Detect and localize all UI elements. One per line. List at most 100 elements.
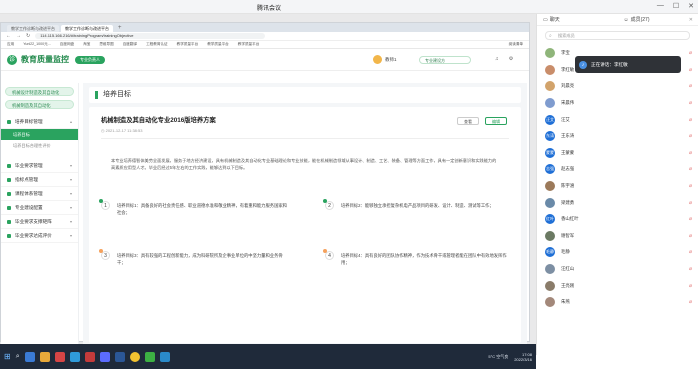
tab-chat[interactable]: ▭聊天	[537, 14, 618, 25]
bookmark[interactable]: 百度翻译	[123, 42, 137, 47]
mic-muted-icon[interactable]: ⌀	[689, 216, 692, 222]
new-tab-icon[interactable]: +	[118, 25, 122, 32]
bookmark[interactable]: 百度网盘	[60, 42, 74, 47]
member-row[interactable]: 毛静毛静⌀	[537, 244, 698, 261]
close-icon[interactable]: ✕	[689, 17, 693, 23]
mic-muted-icon[interactable]: ⌀	[689, 166, 692, 172]
browser-tab-active[interactable]: 教学工作诊断与改进平台	[61, 25, 113, 32]
app-icon[interactable]	[85, 352, 95, 362]
member-row[interactable]: 宋晨伟⌀	[537, 95, 698, 112]
member-name: 陈宇涵	[561, 183, 574, 189]
menu-training-goals[interactable]: 培养目标管理▴	[1, 115, 78, 129]
mic-muted-icon[interactable]: ⌀	[689, 150, 692, 156]
bookmark[interactable]: 应用	[7, 42, 14, 47]
edit-button[interactable]: 编辑	[485, 117, 507, 125]
search-icon[interactable]: ⌕	[16, 353, 20, 361]
mic-muted-icon[interactable]: ⌀	[689, 83, 692, 89]
view-button[interactable]: 查看	[457, 117, 479, 125]
address-input[interactable]: 114.115.166.216/#/trainingProgram/traini…	[35, 33, 265, 39]
menu-support-matrix[interactable]: 毕业要求支撑矩阵▾	[1, 215, 78, 229]
member-row[interactable]: 谢智军⌀	[537, 228, 698, 245]
tab-members[interactable]: ☺成员(27)✕	[618, 14, 698, 25]
bookmark[interactable]: 教学质量平台	[177, 42, 199, 47]
browser-window: 教学工作诊断与改进平台 教学工作诊断与改进平台 + ← → ↻ 114.115.…	[0, 22, 530, 342]
weather[interactable]: 5°C 空气良	[488, 354, 508, 360]
back-icon[interactable]: ←	[6, 33, 11, 39]
member-search-input[interactable]: 搜索成员	[545, 31, 690, 40]
submenu-goal-evaluation[interactable]: 培养目标合理性评价	[1, 140, 78, 151]
member-row[interactable]: 汪艾汪艾⌀	[537, 111, 698, 128]
member-name: 刘晨亮	[561, 83, 574, 89]
browser-tab[interactable]: 教学工作诊断与改进平台	[7, 25, 59, 32]
mic-muted-icon[interactable]: ⌀	[689, 249, 692, 255]
chrome-icon[interactable]	[130, 352, 140, 362]
minimize-icon[interactable]: —	[657, 2, 664, 10]
app-icon[interactable]	[55, 352, 65, 362]
reload-icon[interactable]: ↻	[26, 33, 30, 39]
reading-list[interactable]: 阅读清单	[509, 42, 523, 47]
major-pill[interactable]: 机械制造及其自动化	[5, 100, 74, 109]
mic-muted-icon[interactable]: ⌀	[689, 117, 692, 123]
avatar: 志强	[545, 164, 555, 174]
mic-muted-icon[interactable]: ⌀	[689, 133, 692, 139]
user-menu[interactable]: 教师1	[373, 55, 397, 64]
panel-tabs: ▭聊天 ☺成员(27)✕	[537, 14, 698, 26]
member-row[interactable]: 汪红山⌀	[537, 261, 698, 278]
goal-dot	[323, 249, 327, 253]
year-select[interactable]: 专业建设方	[419, 56, 471, 64]
forward-icon[interactable]: →	[16, 33, 21, 39]
windows-start-icon[interactable]: ⊞	[4, 352, 11, 361]
maximize-icon[interactable]: ☐	[673, 2, 679, 10]
menu-achievement-eval[interactable]: 毕业要求达成评价▾	[1, 229, 78, 243]
clock[interactable]: 17:08 2022/3/16	[514, 352, 532, 362]
bookmark[interactable]: 思维导图	[99, 42, 113, 47]
menu-graduation-requirements[interactable]: 毕业要求管理▾	[1, 159, 78, 173]
member-row[interactable]: 志强赵志强⌀	[537, 161, 698, 178]
mic-muted-icon[interactable]: ⌀	[689, 266, 692, 272]
mic-muted-icon[interactable]: ⌀	[689, 283, 692, 289]
bookmark[interactable]: 工程教育认证	[146, 42, 168, 47]
app-icon[interactable]	[100, 352, 110, 362]
settings-icon[interactable]: ⚙	[509, 56, 513, 62]
member-row[interactable]: 刘晨亮 ⌀	[537, 78, 698, 95]
member-row[interactable]: 红叶香山红叶⌀	[537, 211, 698, 228]
mic-muted-icon[interactable]: ⌀	[689, 200, 692, 206]
bookmark[interactable]: 教学质量平台	[207, 42, 229, 47]
speaker-icon: ♪	[579, 61, 587, 69]
major-pill[interactable]: 机械设计制造及其自动化	[5, 87, 74, 96]
member-row[interactable]: 朱燕⌀	[537, 294, 698, 311]
wechat-icon[interactable]	[145, 352, 155, 362]
app-logo: 诊	[7, 55, 17, 65]
member-row[interactable]: 东涛王东涛⌀	[537, 128, 698, 145]
app-icon[interactable]	[40, 352, 50, 362]
mic-muted-icon[interactable]: ⌀	[689, 67, 692, 73]
bookmark[interactable]: 淘宝	[83, 42, 90, 47]
mic-muted-icon[interactable]: ⌀	[689, 183, 692, 189]
mic-muted-icon[interactable]: ⌀	[689, 50, 692, 56]
program-card: 机械制造及其自动化专业2016版培养方案 ◷ 2021-12-17 11:38:…	[89, 107, 521, 343]
app-icon[interactable]	[115, 352, 125, 362]
app-icon[interactable]	[25, 352, 35, 362]
chevron-up-icon: ▴	[70, 119, 72, 124]
member-row[interactable]: 梁建勇⌀	[537, 194, 698, 211]
menu-icon	[7, 192, 11, 196]
meeting-titlebar: 腾讯会议 — ☐ ✕	[0, 0, 698, 14]
goal-item: 3 培养目标3：具有较强的工程创新能力，成为科研院所及企事业单位的中坚力量和业务…	[101, 251, 291, 281]
menu-major-config[interactable]: 专业建设配置▾	[1, 201, 78, 215]
mic-muted-icon[interactable]: ⌀	[689, 100, 692, 106]
mic-muted-icon[interactable]: ⌀	[689, 299, 692, 305]
submenu-training-goal[interactable]: 培养目标	[1, 129, 78, 140]
app-icon[interactable]	[160, 352, 170, 362]
member-row[interactable]: 陈宇涵 ⌀	[537, 178, 698, 195]
bookmark[interactable]: 教学质量平台	[238, 42, 260, 47]
mic-muted-icon[interactable]: ⌀	[689, 233, 692, 239]
app-icon[interactable]	[70, 352, 80, 362]
bell-icon[interactable]: ♫	[495, 56, 499, 62]
role-badge[interactable]: 专业负责人	[75, 56, 105, 64]
close-icon[interactable]: ✕	[688, 2, 694, 10]
bookmark[interactable]: Yunl22_1000元...	[23, 42, 51, 47]
menu-curriculum[interactable]: 课程体系管理▾	[1, 187, 78, 201]
menu-indicators[interactable]: 指标点管理▾	[1, 173, 78, 187]
member-row[interactable]: 王亮刚⌀	[537, 277, 698, 294]
member-row[interactable]: 蒙蒙王蒙蒙⌀	[537, 145, 698, 162]
